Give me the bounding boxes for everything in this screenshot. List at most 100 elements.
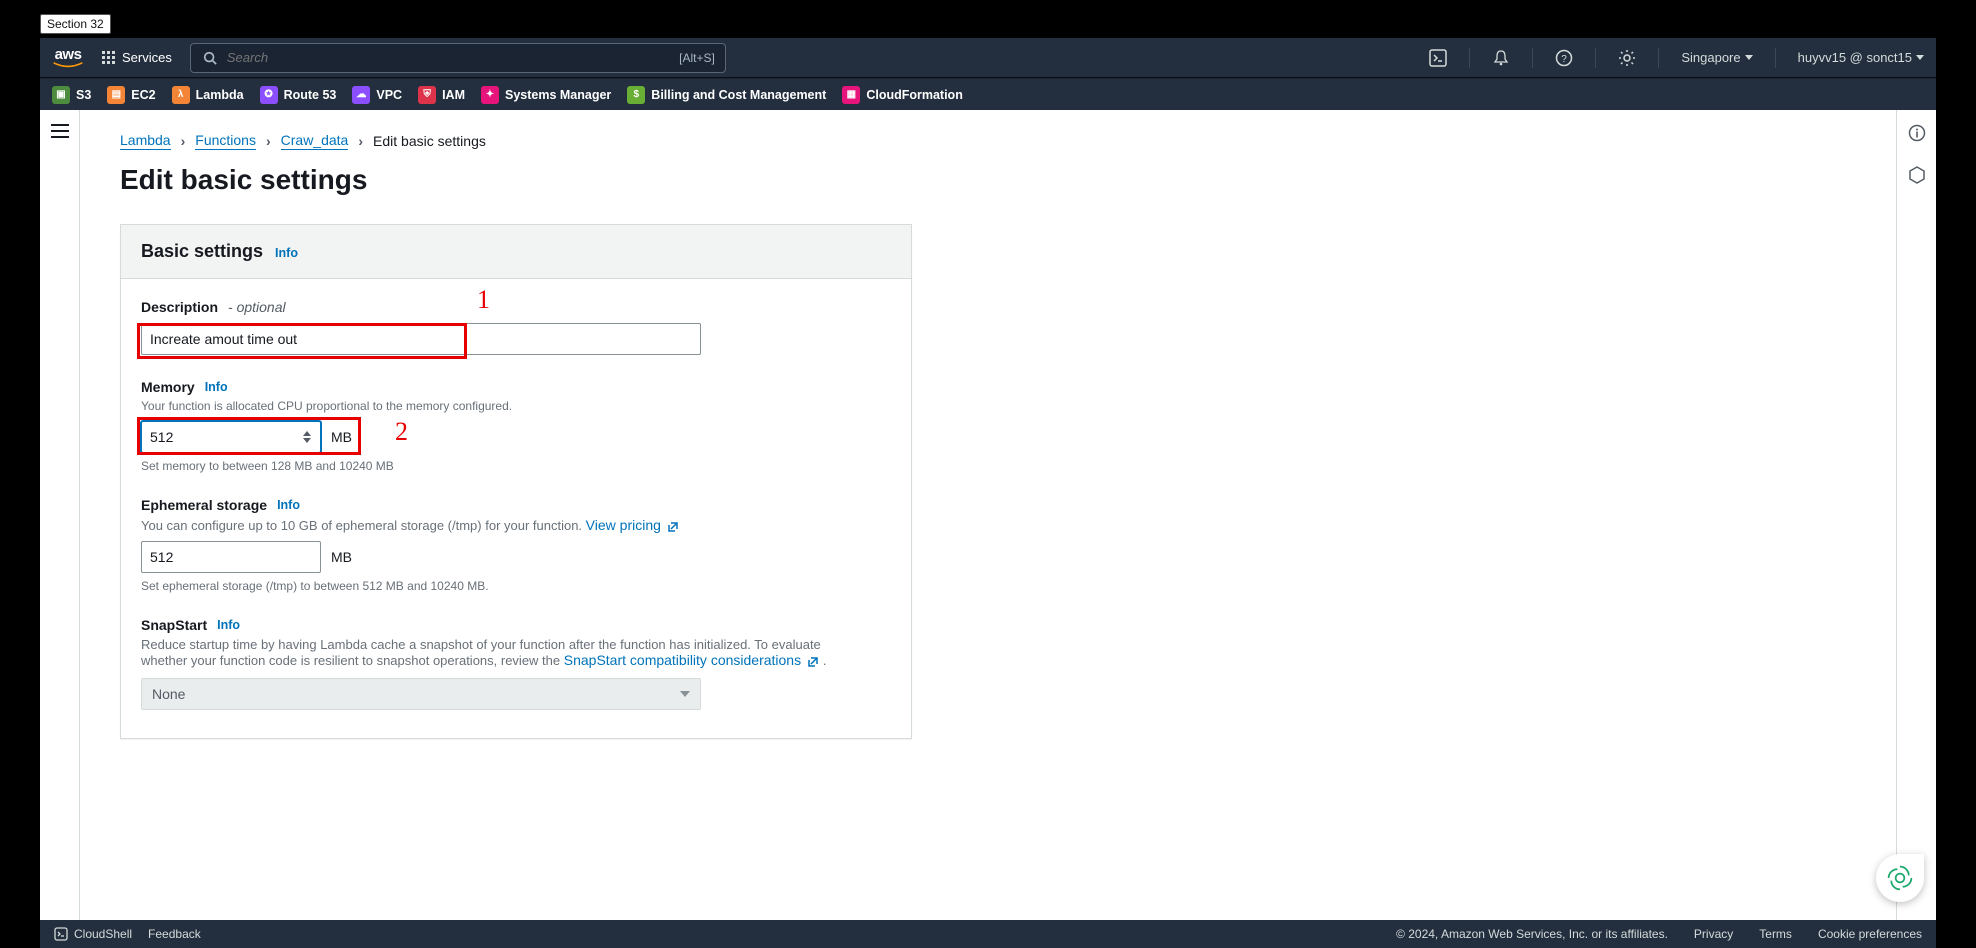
hexagon-icon[interactable] (1908, 166, 1926, 184)
chevron-down-icon (1745, 55, 1753, 60)
svc-label: Lambda (196, 88, 244, 102)
section-tag: Section 32 (40, 14, 111, 34)
main-content: Lambda › Functions › Craw_data › Edit ba… (80, 110, 1896, 920)
chevron-down-icon[interactable] (303, 438, 311, 443)
page-title: Edit basic settings (120, 164, 1856, 196)
region-label: Singapore (1681, 50, 1740, 65)
info-link[interactable]: Info (205, 380, 228, 394)
svc-label: CloudFormation (866, 88, 963, 102)
ssm-icon: ✦ (481, 86, 499, 104)
global-topbar: aws Services [Alt+S] (40, 38, 1936, 78)
svc-shortcut-billing[interactable]: $Billing and Cost Management (627, 86, 826, 104)
snapstart-select[interactable]: None (141, 678, 701, 710)
memory-label: Memory (141, 379, 195, 395)
menu-toggle-button[interactable] (51, 124, 69, 138)
field-memory: Memory Info Your function is allocated C… (141, 379, 891, 473)
info-panel-icon[interactable] (1908, 124, 1926, 142)
svc-shortcut-route53[interactable]: ✪ Route 53 (260, 86, 337, 104)
account-selector[interactable]: huyvv15 @ sonct15 (1798, 50, 1924, 65)
breadcrumb-current: Edit basic settings (373, 133, 486, 149)
field-ephemeral-storage: Ephemeral storage Info You can configure… (141, 497, 891, 593)
snapstart-compat-link[interactable]: SnapStart compatibility considerations (564, 652, 823, 668)
description-label: Description (141, 299, 218, 315)
memory-hint: Set memory to between 128 MB and 10240 M… (141, 459, 891, 473)
view-pricing-link[interactable]: View pricing (586, 517, 679, 533)
grid-icon (102, 51, 116, 65)
snapstart-label: SnapStart (141, 617, 207, 633)
snapstart-help-suffix: . (823, 653, 827, 668)
aws-smile-icon (52, 62, 84, 68)
footer-link-cookies[interactable]: Cookie preferences (1818, 927, 1922, 941)
info-link[interactable]: Info (277, 498, 300, 512)
panel-title: Basic settings (141, 241, 263, 262)
annotation-label-1: 1 (477, 285, 490, 315)
breadcrumb-link-functions[interactable]: Functions (195, 132, 256, 150)
breadcrumb-link-lambda[interactable]: Lambda (120, 132, 171, 150)
feedback-button[interactable]: Feedback (148, 927, 201, 941)
chevron-up-icon[interactable] (303, 431, 311, 436)
memory-help: Your function is allocated CPU proportio… (141, 399, 891, 413)
bell-icon[interactable] (1492, 49, 1510, 67)
annotation-label-2: 2 (395, 417, 408, 447)
vpc-icon: ☁ (352, 86, 370, 104)
description-input[interactable] (141, 323, 701, 355)
left-rail (40, 110, 80, 920)
memory-unit: MB (331, 429, 352, 445)
bucket-icon: ▣ (52, 86, 70, 104)
ephemeral-storage-input[interactable] (141, 541, 321, 573)
ephemeral-label: Ephemeral storage (141, 497, 267, 513)
global-footer: CloudShell Feedback © 2024, Amazon Web S… (40, 920, 1936, 948)
info-link[interactable]: Info (217, 618, 240, 632)
svc-shortcut-s3[interactable]: ▣ S3 (52, 86, 91, 104)
cloudshell-button[interactable]: CloudShell (54, 927, 132, 941)
footer-copyright: © 2024, Amazon Web Services, Inc. or its… (1396, 927, 1668, 941)
chevron-right-icon: › (181, 133, 186, 149)
field-description: Description - optional 1 (141, 299, 891, 355)
search-icon (201, 49, 219, 67)
svc-label: Route 53 (284, 88, 337, 102)
svc-label: Systems Manager (505, 88, 611, 102)
ephemeral-unit: MB (331, 549, 352, 565)
external-link-icon (807, 655, 819, 667)
svc-label: S3 (76, 88, 91, 102)
footer-link-privacy[interactable]: Privacy (1694, 927, 1733, 941)
search-input[interactable] (227, 50, 671, 65)
external-link-icon (667, 520, 679, 532)
breadcrumb-link-function-name[interactable]: Craw_data (281, 132, 349, 150)
svc-shortcut-ssm[interactable]: ✦ Systems Manager (481, 86, 611, 104)
svc-shortcut-ec2[interactable]: ▤EC2 (107, 86, 155, 104)
svc-shortcut-vpc[interactable]: ☁VPC (352, 86, 402, 104)
footer-link-terms[interactable]: Terms (1759, 927, 1792, 941)
account-label: huyvv15 @ sonct15 (1798, 50, 1912, 65)
region-selector[interactable]: Singapore (1681, 50, 1752, 65)
svc-label: Billing and Cost Management (651, 88, 826, 102)
svc-shortcut-iam[interactable]: ⛨IAM (418, 86, 465, 104)
svg-text:?: ? (1562, 54, 1568, 65)
global-search[interactable]: [Alt+S] (190, 43, 726, 73)
memory-stepper[interactable] (303, 425, 317, 449)
chevron-down-icon (680, 691, 690, 697)
svc-shortcut-lambda[interactable]: λLambda (172, 86, 244, 104)
services-button[interactable]: Services (102, 50, 172, 65)
chevron-right-icon: › (266, 133, 271, 149)
ephemeral-help: You can configure up to 10 GB of ephemer… (141, 518, 586, 533)
cloudshell-label: CloudShell (74, 927, 132, 941)
services-label: Services (122, 50, 172, 65)
info-link[interactable]: Info (275, 246, 298, 260)
server-icon: ▤ (107, 86, 125, 104)
ephemeral-hint: Set ephemeral storage (/tmp) to between … (141, 579, 891, 593)
svc-shortcut-cfn[interactable]: ▦ CloudFormation (842, 86, 963, 104)
aws-logo[interactable]: aws (52, 47, 84, 68)
memory-input[interactable] (141, 421, 321, 453)
panel-header: Basic settings Info (121, 225, 911, 279)
description-optional: - optional (228, 299, 286, 315)
assistant-widget-button[interactable] (1876, 854, 1924, 902)
gear-icon[interactable] (1618, 49, 1636, 67)
snapstart-selected-value: None (152, 686, 185, 702)
cfn-icon: ▦ (842, 86, 860, 104)
chevron-right-icon: › (358, 133, 363, 149)
cloudshell-icon[interactable] (1429, 49, 1447, 67)
dns-icon: ✪ (260, 86, 278, 104)
help-icon[interactable]: ? (1555, 49, 1573, 67)
field-snapstart: SnapStart Info Reduce startup time by ha… (141, 617, 891, 710)
